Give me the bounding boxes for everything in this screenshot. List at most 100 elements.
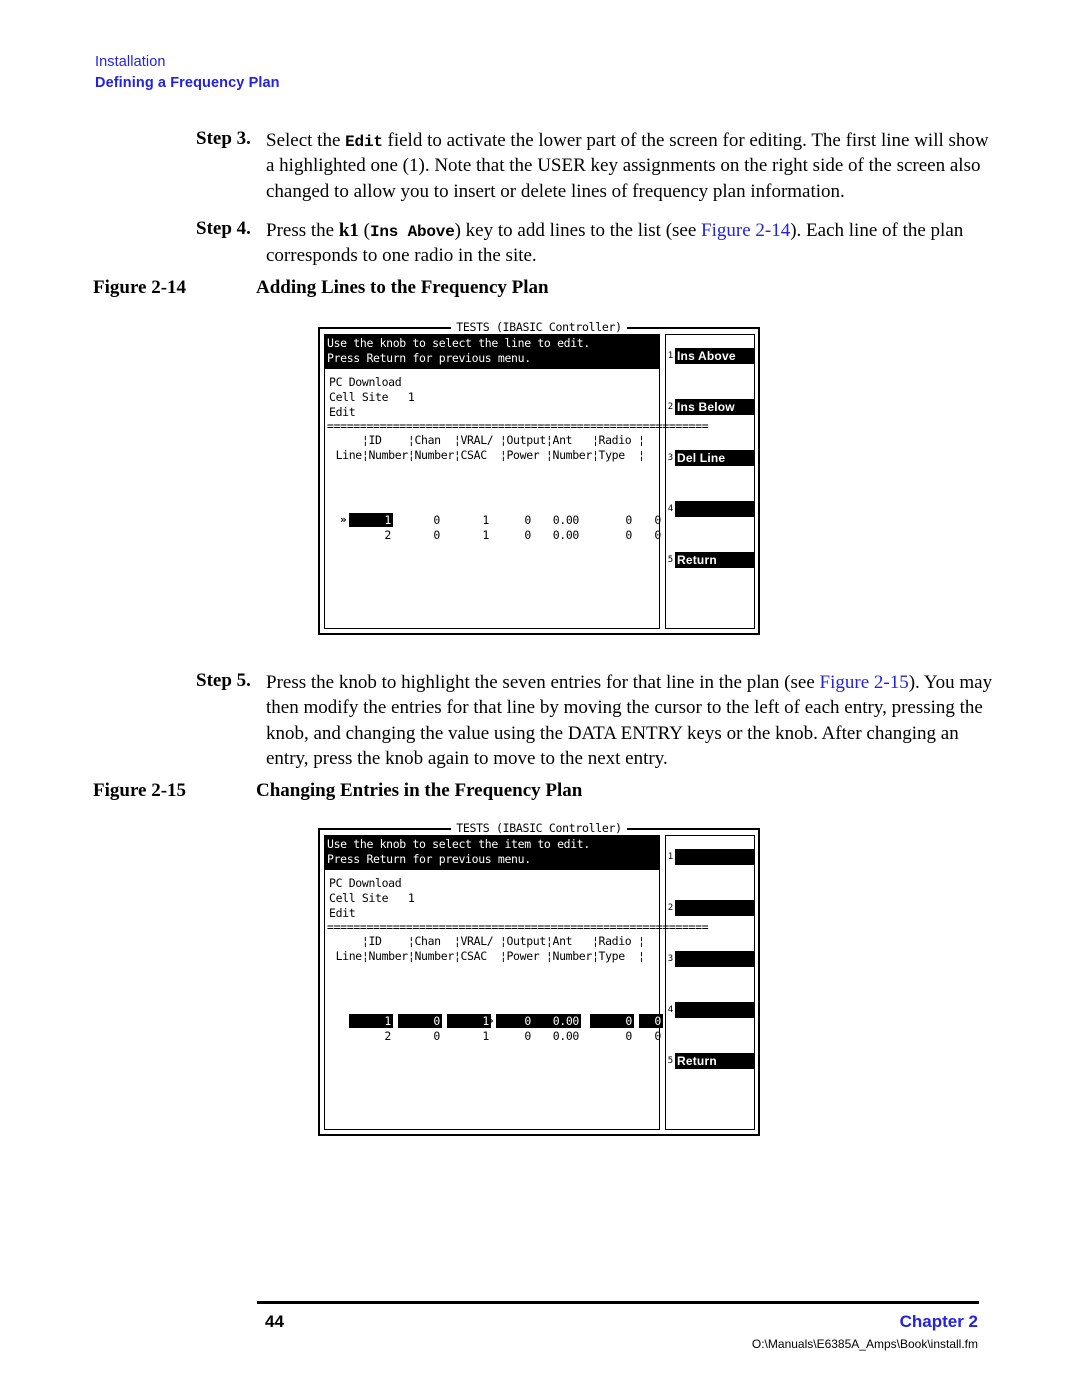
softkey-number: 1 xyxy=(667,851,674,862)
inline-key-name: k1 xyxy=(338,219,359,241)
screen-title-bar: TESTS (IBASIC Controller) xyxy=(320,320,758,334)
screen-menu-line[interactable]: Cell Site 1 xyxy=(325,891,659,906)
screen-separator-rule: ========================================… xyxy=(327,920,709,934)
inline-text: ( xyxy=(358,219,370,241)
table-cell[interactable]: 0 xyxy=(639,528,663,542)
figure-crossref-link[interactable]: Figure 2-15 xyxy=(820,672,909,693)
step-text: Press the k1 (Ins Above) key to add line… xyxy=(266,218,998,269)
table-cell[interactable]: 2 xyxy=(349,528,393,542)
table-cell[interactable]: 0 xyxy=(398,1014,442,1028)
table-row[interactable]: 2 0 1 0 0.00 0 0 xyxy=(325,528,661,543)
softkey-number: 2 xyxy=(667,401,674,412)
softkey-label[interactable]: Ins Below xyxy=(675,398,754,415)
softkey-number: 4 xyxy=(667,503,674,514)
screen-title-text: TESTS (IBASIC Controller) xyxy=(451,821,627,835)
softkey-3[interactable]: 3 xyxy=(666,950,754,967)
screen-menu-line[interactable]: Cell Site 1 xyxy=(325,390,659,405)
softkey-label[interactable]: Return xyxy=(675,1052,754,1069)
softkey-2[interactable]: 2 xyxy=(666,899,754,916)
figure-caption-2-15: Figure 2-15 Changing Entries in the Freq… xyxy=(0,780,1080,802)
table-cell[interactable]: 1 xyxy=(447,1014,491,1028)
table-cell[interactable]: 0.00 xyxy=(533,1029,581,1043)
table-cell[interactable]: 1 xyxy=(447,528,491,542)
softkey-4[interactable]: 4 xyxy=(666,500,754,517)
header-title-label: Defining a Frequency Plan xyxy=(95,75,280,92)
step-label: Step 3. xyxy=(196,128,251,149)
screen-message-line: Use the knob to select the item to edit. xyxy=(327,837,590,851)
table-cell[interactable]: 0 xyxy=(496,1014,533,1028)
table-cell[interactable]: 1 xyxy=(349,513,393,527)
step-text: Select the Edit field to activate the lo… xyxy=(266,128,998,204)
screen-column-header-row: ¦ID ¦Chan ¦VRAL/ ¦Output¦Ant ¦Radio ¦ xyxy=(329,433,645,447)
screen-column-header-row: Line¦Number¦Number¦CSAC ¦Power ¦Number¦T… xyxy=(329,448,645,462)
softkey-label[interactable] xyxy=(675,950,754,967)
table-cell[interactable]: 0 xyxy=(496,528,533,542)
softkey-label[interactable]: Return xyxy=(675,551,754,568)
softkey-label[interactable] xyxy=(675,1001,754,1018)
screen-menu-line[interactable]: Edit xyxy=(325,405,659,420)
table-cell[interactable]: 0.00 xyxy=(533,513,581,527)
softkey-1[interactable]: 1 xyxy=(666,848,754,865)
screen-title-text: TESTS (IBASIC Controller) xyxy=(451,320,627,334)
steps-block-top: Step 3. Select the Edit field to activate… xyxy=(0,128,1080,282)
figure-number: Figure 2-14 xyxy=(93,277,187,298)
footer-source-path: O:\Manuals\E6385A_Amps\Book\install.fm xyxy=(751,1337,978,1351)
table-cell[interactable]: 0 xyxy=(590,1014,634,1028)
table-cell[interactable]: 0 xyxy=(590,1029,634,1043)
table-cell[interactable]: 1 xyxy=(447,513,491,527)
figure-crossref-link[interactable]: Figure 2-14 xyxy=(701,220,790,241)
table-cell[interactable]: 0 xyxy=(398,528,442,542)
softkey-5[interactable]: 5 Return xyxy=(666,1052,754,1069)
softkey-5[interactable]: 5 Return xyxy=(666,551,754,568)
table-row[interactable]: 1» 0 1 0 0.00 0 0 xyxy=(325,513,661,528)
softkey-3[interactable]: 3 Del Line xyxy=(666,449,754,466)
softkey-label[interactable] xyxy=(675,899,754,916)
table-cell[interactable]: 0 xyxy=(590,513,634,527)
softkey-label[interactable] xyxy=(675,848,754,865)
screen-message-area: Use the knob to select the line to edit.… xyxy=(325,335,659,369)
softkey-4[interactable]: 4 xyxy=(666,1001,754,1018)
row-cursor-icon: » xyxy=(487,1014,494,1027)
table-cell[interactable]: 0.00 xyxy=(533,528,581,542)
table-cell[interactable]: 0 xyxy=(496,1029,533,1043)
table-cell[interactable]: 0 xyxy=(398,1029,442,1043)
softkey-2[interactable]: 2 Ins Below xyxy=(666,398,754,415)
footer-chapter-label: Chapter 2 xyxy=(899,1312,978,1331)
table-cell[interactable]: 0 xyxy=(639,513,663,527)
table-cell[interactable]: 0.00 xyxy=(533,1014,581,1028)
table-cell[interactable]: 1 xyxy=(447,1029,491,1043)
softkey-number: 1 xyxy=(667,350,674,361)
step-paragraph: Step 5. Press the knob to highlight the s… xyxy=(0,670,1080,771)
table-cell[interactable]: 1 xyxy=(349,1014,393,1028)
table-cell[interactable]: 0 xyxy=(496,513,533,527)
table-row[interactable]: 2 0 1 0 0.00 0 0 xyxy=(325,1029,661,1044)
softkey-column: 1 2 3 4 5 Return xyxy=(665,835,755,1130)
softkey-number: 3 xyxy=(667,452,674,463)
screen-blank-gap xyxy=(325,463,659,513)
frequency-plan-table: 1 0 1 0» 0.00 0 0 2 0 1 0 0.00 0 0 xyxy=(325,1014,663,1044)
screen-menu-line[interactable]: PC Download xyxy=(325,876,659,891)
steps-block-bottom: Step 5. Press the knob to highlight the s… xyxy=(0,670,1080,785)
table-row[interactable]: 1 0 1 0» 0.00 0 0 xyxy=(325,1014,663,1029)
screen-menu-line[interactable]: PC Download xyxy=(325,375,659,390)
figure-title: Adding Lines to the Frequency Plan xyxy=(256,277,549,298)
table-cell[interactable]: 0 xyxy=(590,528,634,542)
table-cell[interactable]: 0 xyxy=(639,1014,663,1028)
screen-message-line: Use the knob to select the line to edit. xyxy=(327,336,590,350)
softkey-label[interactable]: Del Line xyxy=(675,449,754,466)
table-cell[interactable]: 0 xyxy=(398,513,442,527)
softkey-label[interactable]: Ins Above xyxy=(675,347,754,364)
page-running-header: Installation Defining a Frequency Plan xyxy=(95,52,995,94)
screen-blank-gap xyxy=(325,964,659,1014)
screen-content-area: PC Download Cell Site 1 Edit ==============… xyxy=(325,369,709,543)
table-cell[interactable]: 2 xyxy=(349,1029,393,1043)
softkey-number: 3 xyxy=(667,953,674,964)
table-cell[interactable]: 0 xyxy=(639,1029,663,1043)
softkey-1[interactable]: 1 Ins Above xyxy=(666,347,754,364)
screen-menu-line[interactable]: Edit xyxy=(325,906,659,921)
softkey-label[interactable] xyxy=(675,500,754,517)
step-paragraph: Step 4. Press the k1 (Ins Above) key to a… xyxy=(0,218,1080,269)
softkey-number: 2 xyxy=(667,902,674,913)
figure-number: Figure 2-15 xyxy=(93,780,187,801)
softkey-column: 1 Ins Above 2 Ins Below 3 Del Line 4 5 Return xyxy=(665,334,755,629)
